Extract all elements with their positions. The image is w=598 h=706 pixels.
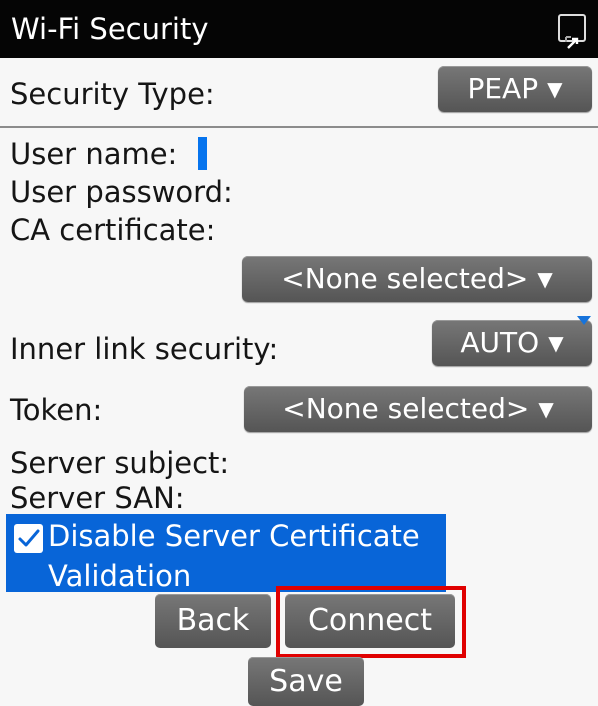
disable-validation-line-1: Disable Server Certificate [48,519,420,553]
separator [0,126,598,128]
save-button[interactable]: Save [248,657,364,706]
back-button[interactable]: Back [155,594,271,648]
token-dropdown[interactable]: <None selected> ▼ [244,386,592,432]
dropdown-arrow-icon: ▼ [548,331,564,355]
inner-link-security-label: Inner link security: [10,332,279,366]
dropdown-arrow-icon: ▼ [537,267,553,291]
title-bar: Wi-Fi Security [0,0,598,58]
server-san-label: Server SAN: [10,481,185,515]
inner-link-security-value: AUTO [460,326,540,359]
server-subject-label: Server subject: [10,446,230,480]
token-label: Token: [10,393,103,427]
security-type-value: PEAP [467,72,539,105]
text-cursor[interactable] [198,137,207,170]
ca-certificate-value: <None selected> [281,262,529,295]
disable-validation-label: Disable Server Certificate Validation [48,516,420,596]
security-type-dropdown[interactable]: PEAP ▼ [438,66,592,112]
scroll-indicator-icon [577,316,591,325]
token-value: <None selected> [282,392,530,425]
user-password-label: User password: [10,175,233,209]
security-type-label: Security Type: [10,77,215,111]
inner-link-security-dropdown[interactable]: AUTO ▼ [432,320,592,366]
ca-certificate-dropdown[interactable]: <None selected> ▼ [242,256,592,302]
wifi-security-screen: Wi-Fi Security Security Type: PEAP ▼ User… [0,0,598,706]
user-name-label: User name: [10,137,178,171]
expand-icon[interactable] [558,14,586,49]
check-icon [18,529,40,547]
dropdown-arrow-icon: ▼ [538,397,554,421]
connect-button-highlight [276,586,466,658]
disable-server-certificate-validation-checkbox[interactable]: Disable Server Certificate Validation [6,514,446,593]
expand-arrow-icon [565,36,579,49]
checkbox-check-icon[interactable] [14,524,43,553]
dropdown-arrow-icon: ▼ [547,77,563,101]
page-title: Wi-Fi Security [11,12,209,46]
ca-certificate-label: CA certificate: [10,213,216,247]
